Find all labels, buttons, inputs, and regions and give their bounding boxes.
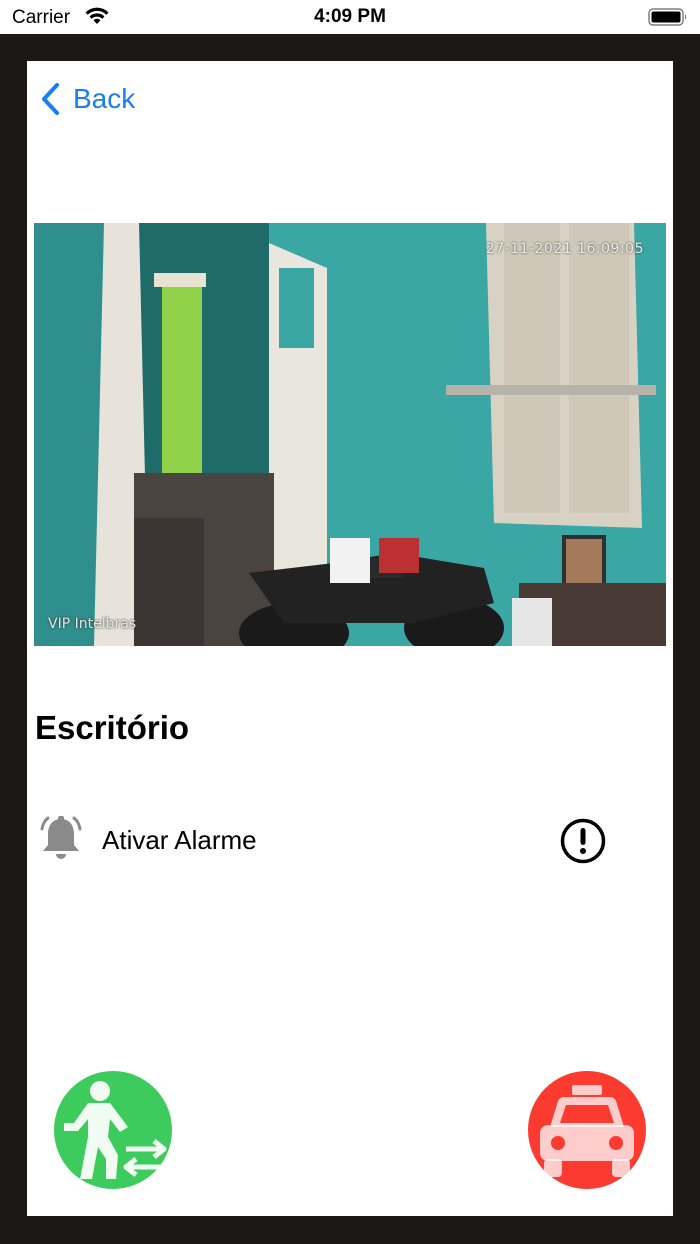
alarm-row[interactable]: Ativar Alarme bbox=[37, 813, 663, 869]
camera-detail-card: Back 27-11-2021 16:09:05 VIP Intelbras E… bbox=[27, 61, 673, 1216]
camera-feed-image[interactable]: 27-11-2021 16:09:05 VIP Intelbras bbox=[34, 223, 666, 646]
alarm-label: Ativar Alarme bbox=[102, 825, 257, 855]
car-icon bbox=[540, 1085, 634, 1177]
camera-scene bbox=[34, 223, 666, 646]
status-bar: Carrier 4:09 PM bbox=[0, 0, 700, 34]
back-label: Back bbox=[73, 83, 136, 114]
pedestrian-entry-icon bbox=[64, 1081, 167, 1179]
status-time: 4:09 PM bbox=[314, 6, 386, 27]
bell-icon bbox=[40, 816, 82, 859]
alert-circle-icon[interactable] bbox=[559, 817, 607, 865]
back-button[interactable]: Back bbox=[39, 81, 135, 117]
vehicle-entry-button[interactable] bbox=[528, 1071, 646, 1189]
chevron-left-icon bbox=[42, 83, 59, 115]
camera-title: Escritório bbox=[35, 709, 190, 746]
camera-brand-watermark: VIP Intelbras bbox=[48, 616, 137, 632]
battery-icon bbox=[648, 8, 687, 26]
pedestrian-entry-button[interactable] bbox=[54, 1071, 172, 1189]
camera-timestamp: 27-11-2021 16:09:05 bbox=[485, 241, 644, 257]
